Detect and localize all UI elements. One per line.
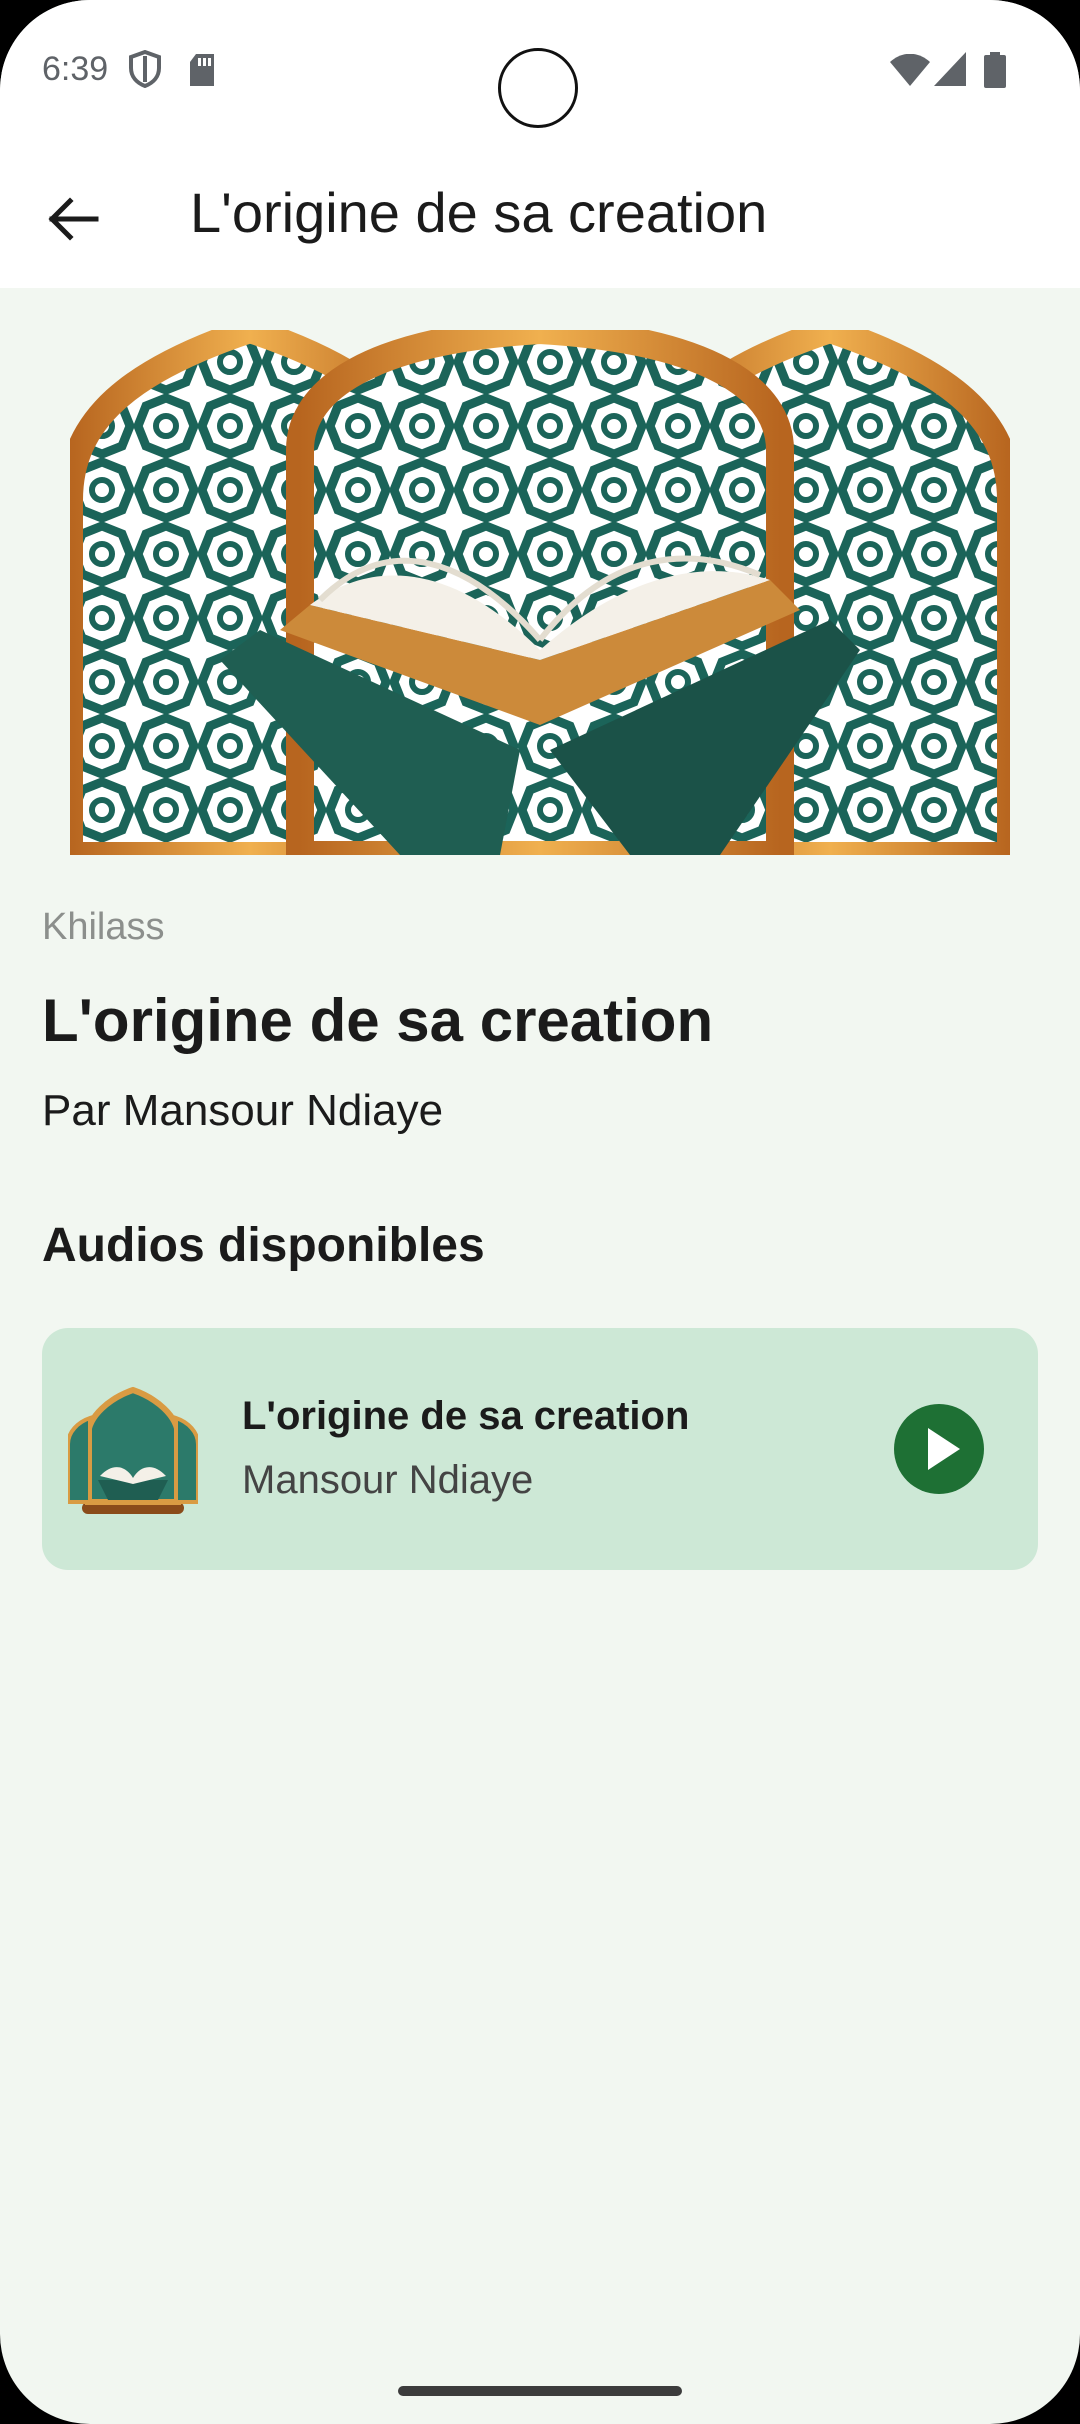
category-label: Khilass	[42, 906, 165, 948]
play-icon	[928, 1428, 960, 1470]
home-indicator[interactable]	[398, 2386, 682, 2396]
wifi-icon	[890, 54, 930, 86]
screen: 6:39 L'origine de sa creation Khilass L'…	[0, 0, 1080, 2424]
audio-subtitle: Mansour Ndiaye	[242, 1458, 534, 1502]
content-title: L'origine de sa creation	[42, 987, 714, 1054]
play-button[interactable]	[894, 1404, 984, 1494]
author-label: Par Mansour Ndiaye	[42, 1086, 444, 1135]
audio-thumbnail	[68, 1386, 198, 1514]
front-camera	[498, 48, 578, 128]
status-time: 6:39	[42, 50, 109, 88]
cover-image	[70, 330, 1010, 855]
app-bar-title: L'origine de sa creation	[190, 181, 768, 244]
signal-icon	[934, 52, 966, 86]
back-arrow-icon[interactable]	[44, 191, 100, 247]
section-title: Audios disponibles	[42, 1219, 485, 1272]
sd-card-icon	[190, 54, 214, 86]
battery-icon	[984, 52, 1006, 88]
audio-list-item[interactable]: L'origine de sa creation Mansour Ndiaye	[42, 1328, 1038, 1570]
status-bar: 6:39	[0, 0, 1080, 150]
audio-title: L'origine de sa creation	[242, 1394, 690, 1438]
shield-icon	[129, 50, 161, 88]
